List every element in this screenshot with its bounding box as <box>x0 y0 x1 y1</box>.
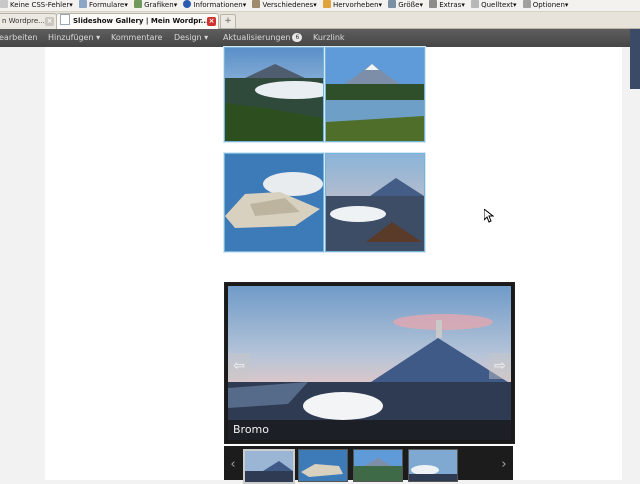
css-errors-label: Keine CSS-Fehler <box>10 1 70 9</box>
admin-updates-link[interactable]: Aktualisierungen 6 <box>223 29 303 47</box>
island-volcano-image <box>225 154 323 251</box>
admin-updates-label: Aktualisierungen <box>223 33 291 42</box>
volcano-lake-image <box>225 48 323 141</box>
close-tab-icon[interactable]: × <box>207 17 216 26</box>
wordpress-admin-bar: earbeiten Hinzufügen ▾ Kommentare Design… <box>0 29 640 47</box>
size-menu[interactable]: Größe▾ <box>388 0 423 11</box>
filmstrip-prev-button[interactable]: ‹ <box>226 454 240 476</box>
bromo-slide-image <box>228 286 511 440</box>
source-menu[interactable]: Quelltext▾ <box>471 0 517 11</box>
slideshow-gallery: ⇦ ⇨ Bromo <box>224 282 515 444</box>
tools-menu[interactable]: Extras▾ <box>429 0 465 11</box>
size-label: Größe <box>398 1 420 9</box>
tools-label: Extras <box>439 1 462 9</box>
new-tab-button[interactable]: + <box>220 14 236 29</box>
tab-label: Slideshow Gallery | Mein Wordpr... <box>73 17 209 25</box>
gallery-thumbnail[interactable] <box>325 47 425 142</box>
tools-icon <box>429 0 438 8</box>
highlight-label: Hervorheben <box>332 1 379 9</box>
filmstrip-thumbnail[interactable] <box>298 449 348 482</box>
misc-menu[interactable]: Verschiedenes▾ <box>252 0 317 11</box>
admin-add-menu[interactable]: Hinzufügen ▾ <box>48 29 100 47</box>
filmstrip-thumbnail[interactable] <box>353 449 403 482</box>
bromo-volcano-image <box>326 154 424 251</box>
page-icon <box>60 14 70 25</box>
admin-comments-link[interactable]: Kommentare <box>111 29 162 47</box>
admin-shortlink[interactable]: Kurzlink <box>313 29 345 47</box>
volcano-thumb-image <box>409 450 457 481</box>
tab-strip: n Wordpre... × Slideshow Gallery | Mein … <box>0 12 640 29</box>
forms-menu[interactable]: Formulare▾ <box>79 0 128 11</box>
updates-count-badge: 6 <box>292 33 303 42</box>
window-edge <box>630 29 640 89</box>
slideshow-image[interactable] <box>228 286 511 440</box>
information-menu[interactable]: Informationen▾ <box>183 0 246 11</box>
images-menu[interactable]: Grafiken▾ <box>134 0 177 11</box>
images-label: Grafiken <box>144 1 174 9</box>
next-slide-button[interactable]: ⇨ <box>489 353 511 379</box>
source-label: Quelltext <box>481 1 514 9</box>
highlight-menu[interactable]: Hervorheben▾ <box>322 0 382 11</box>
admin-design-label: Design <box>174 33 202 42</box>
misc-label: Verschiedenes <box>262 1 314 9</box>
bromo-thumb-image <box>245 451 293 482</box>
check-icon <box>0 0 8 8</box>
gallery-thumbnail[interactable] <box>325 153 425 252</box>
forms-label: Formulare <box>89 1 125 9</box>
tab-wordpress[interactable]: n Wordpre... × <box>0 13 57 29</box>
options-icon <box>522 0 531 8</box>
resize-icon <box>388 0 397 8</box>
admin-edit-link[interactable]: earbeiten <box>0 29 37 47</box>
slideshow-filmstrip: ‹ › <box>224 446 513 484</box>
options-menu[interactable]: Optionen▾ <box>522 0 568 11</box>
slide-caption: Bromo <box>228 420 511 440</box>
tab-label: n Wordpre... <box>2 17 45 25</box>
filmstrip-next-button[interactable]: › <box>497 454 511 476</box>
admin-add-label: Hinzufügen <box>48 33 94 42</box>
mountain-lake-image <box>326 48 424 141</box>
gallery-thumbnail[interactable] <box>224 47 324 142</box>
island-thumb-image <box>299 450 347 481</box>
image-icon <box>134 0 143 8</box>
form-icon <box>79 0 88 8</box>
options-label: Optionen <box>532 1 565 9</box>
info-icon <box>183 0 192 8</box>
admin-design-menu[interactable]: Design ▾ <box>174 29 208 47</box>
filmstrip-thumbnail[interactable] <box>408 449 458 482</box>
misc-icon <box>252 0 261 8</box>
lake-thumb-image <box>354 450 402 481</box>
highlighter-icon <box>322 0 331 8</box>
gallery-thumbnail[interactable] <box>224 153 324 252</box>
close-tab-icon[interactable]: × <box>45 17 54 26</box>
information-label: Informationen <box>193 1 243 9</box>
prev-slide-button[interactable]: ⇦ <box>228 353 250 379</box>
tab-slideshow-gallery[interactable]: Slideshow Gallery | Mein Wordpr... × <box>56 13 219 29</box>
css-errors-menu[interactable]: Keine CSS-Fehler▾ <box>0 0 73 11</box>
arrow-cursor-icon <box>483 207 495 223</box>
filmstrip-thumbnail[interactable] <box>243 449 295 484</box>
source-icon <box>471 0 480 8</box>
web-developer-toolbar: Keine CSS-Fehler▾ Formulare▾ Grafiken▾ I… <box>0 0 640 12</box>
